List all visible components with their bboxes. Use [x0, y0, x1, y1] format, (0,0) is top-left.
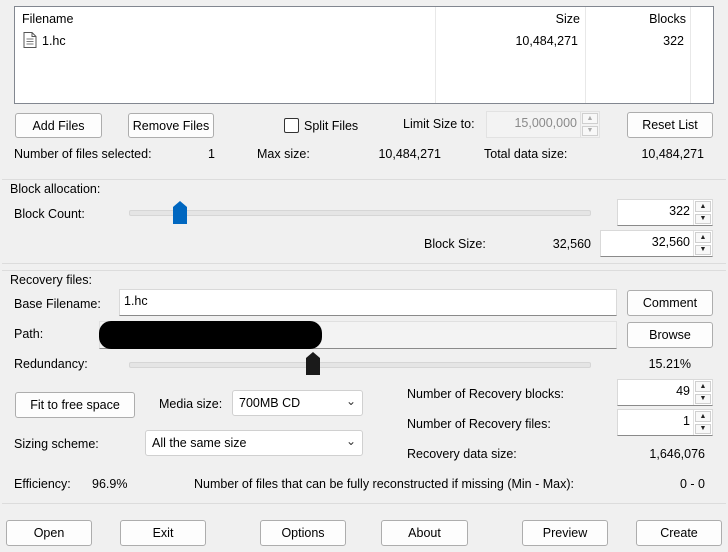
redundancy-value: 15.21% [648, 357, 691, 371]
table-row[interactable]: 1.hc 10,484,271 322 [15, 31, 713, 51]
chevron-down-icon[interactable]: ▼ [695, 244, 711, 255]
chevron-down-icon: ⌄ [345, 434, 356, 448]
redundancy-slider-track[interactable] [129, 362, 591, 368]
block-count-stepper[interactable]: 322 ▲ ▼ [617, 199, 713, 226]
base-filename-input[interactable]: 1.hc [119, 289, 617, 316]
recovery-blocks-stepper[interactable]: 49 ▲ ▼ [617, 379, 713, 406]
reconstruct-value: 0 - 0 [679, 477, 705, 491]
chevron-up-icon[interactable]: ▲ [695, 411, 711, 422]
efficiency-value: 96.9% [92, 477, 128, 491]
media-size-label: Media size: [159, 397, 223, 411]
row-filename: 1.hc [42, 34, 66, 48]
column-divider-3 [690, 7, 691, 103]
browse-button[interactable]: Browse [627, 322, 713, 348]
base-filename-label: Base Filename: [14, 297, 101, 311]
recovery-files-value: 1 [683, 414, 690, 428]
limit-size-stepper[interactable]: 15,000,000 ▲ ▼ [486, 111, 600, 138]
reset-list-button[interactable]: Reset List [627, 112, 713, 138]
chevron-up-icon[interactable]: ▲ [695, 232, 711, 243]
base-filename-value: 1.hc [124, 294, 148, 308]
efficiency-label: Efficiency: [14, 477, 71, 491]
media-size-value: 700MB CD [239, 396, 301, 410]
column-header-blocks[interactable]: Blocks [595, 12, 686, 26]
row-blocks: 322 [663, 34, 684, 48]
block-size-stepper[interactable]: 32,560 ▲ ▼ [600, 230, 713, 257]
column-header-filename[interactable]: Filename [22, 12, 73, 26]
max-size-label: Max size: [257, 147, 310, 161]
recovery-data-size-label: Recovery data size: [407, 447, 517, 461]
recovery-files-title: Recovery files: [10, 273, 92, 287]
chevron-up-icon[interactable]: ▲ [695, 201, 711, 212]
remove-files-button[interactable]: Remove Files [128, 113, 214, 138]
column-header-size[interactable]: Size [445, 12, 580, 26]
options-button[interactable]: Options [260, 520, 346, 546]
create-button[interactable]: Create [636, 520, 722, 546]
block-count-label: Block Count: [14, 207, 85, 221]
sizing-scheme-label: Sizing scheme: [14, 437, 99, 451]
exit-button[interactable]: Exit [120, 520, 206, 546]
block-count-value: 322 [669, 204, 690, 218]
file-list[interactable]: Filename Size Blocks 1.hc 10,484,271 322 [14, 6, 714, 104]
file-icon [23, 32, 37, 51]
block-count-slider-thumb[interactable] [172, 201, 187, 224]
redundancy-label: Redundancy: [14, 357, 88, 371]
chevron-down-icon[interactable]: ▼ [695, 423, 711, 434]
recovery-blocks-value: 49 [676, 384, 690, 398]
block-size-label: Block Size: [424, 237, 486, 251]
files-selected-value: 1 [208, 147, 215, 161]
recovery-files-stepper[interactable]: 1 ▲ ▼ [617, 409, 713, 436]
media-size-select[interactable]: 700MB CD ⌄ [232, 390, 363, 416]
about-button[interactable]: About [381, 520, 468, 546]
max-size-value: 10,484,271 [378, 147, 441, 161]
column-divider-1 [435, 7, 436, 103]
add-files-button[interactable]: Add Files [15, 113, 102, 138]
path-label: Path: [14, 327, 44, 341]
recovery-blocks-label: Number of Recovery blocks: [407, 387, 565, 401]
row-size: 10,484,271 [515, 34, 578, 48]
reconstruct-label: Number of files that can be fully recons… [194, 477, 574, 491]
sizing-scheme-select[interactable]: All the same size ⌄ [145, 430, 363, 456]
total-data-size-value: 10,484,271 [641, 147, 704, 161]
limit-size-label: Limit Size to: [403, 117, 475, 131]
column-divider-2 [585, 7, 586, 103]
total-data-size-label: Total data size: [484, 147, 568, 161]
split-files-label[interactable]: Split Files [304, 119, 358, 133]
block-size-value: 32,560 [651, 235, 690, 249]
split-files-checkbox[interactable] [284, 118, 299, 133]
preview-button[interactable]: Preview [522, 520, 608, 546]
recovery-data-size-value: 1,646,076 [649, 447, 705, 461]
open-button[interactable]: Open [6, 520, 92, 546]
fit-to-free-space-button[interactable]: Fit to free space [15, 392, 135, 418]
chevron-up-icon[interactable]: ▲ [695, 381, 711, 392]
redundancy-slider-thumb[interactable] [306, 352, 320, 375]
chevron-down-icon[interactable]: ▼ [695, 393, 711, 404]
chevron-up-icon[interactable]: ▲ [582, 113, 598, 124]
limit-size-value: 15,000,000 [514, 116, 577, 130]
chevron-down-icon: ⌄ [345, 394, 356, 408]
recovery-files-count-label: Number of Recovery files: [407, 417, 551, 431]
block-size-readout: 32,560 [552, 237, 591, 251]
block-allocation-title: Block allocation: [10, 182, 101, 196]
comment-button[interactable]: Comment [627, 290, 713, 316]
sizing-scheme-value: All the same size [152, 436, 247, 450]
chevron-down-icon[interactable]: ▼ [582, 125, 598, 136]
chevron-down-icon[interactable]: ▼ [695, 213, 711, 224]
path-redaction [99, 321, 322, 349]
files-selected-label: Number of files selected: [14, 147, 152, 161]
block-count-slider-track[interactable] [129, 210, 591, 216]
